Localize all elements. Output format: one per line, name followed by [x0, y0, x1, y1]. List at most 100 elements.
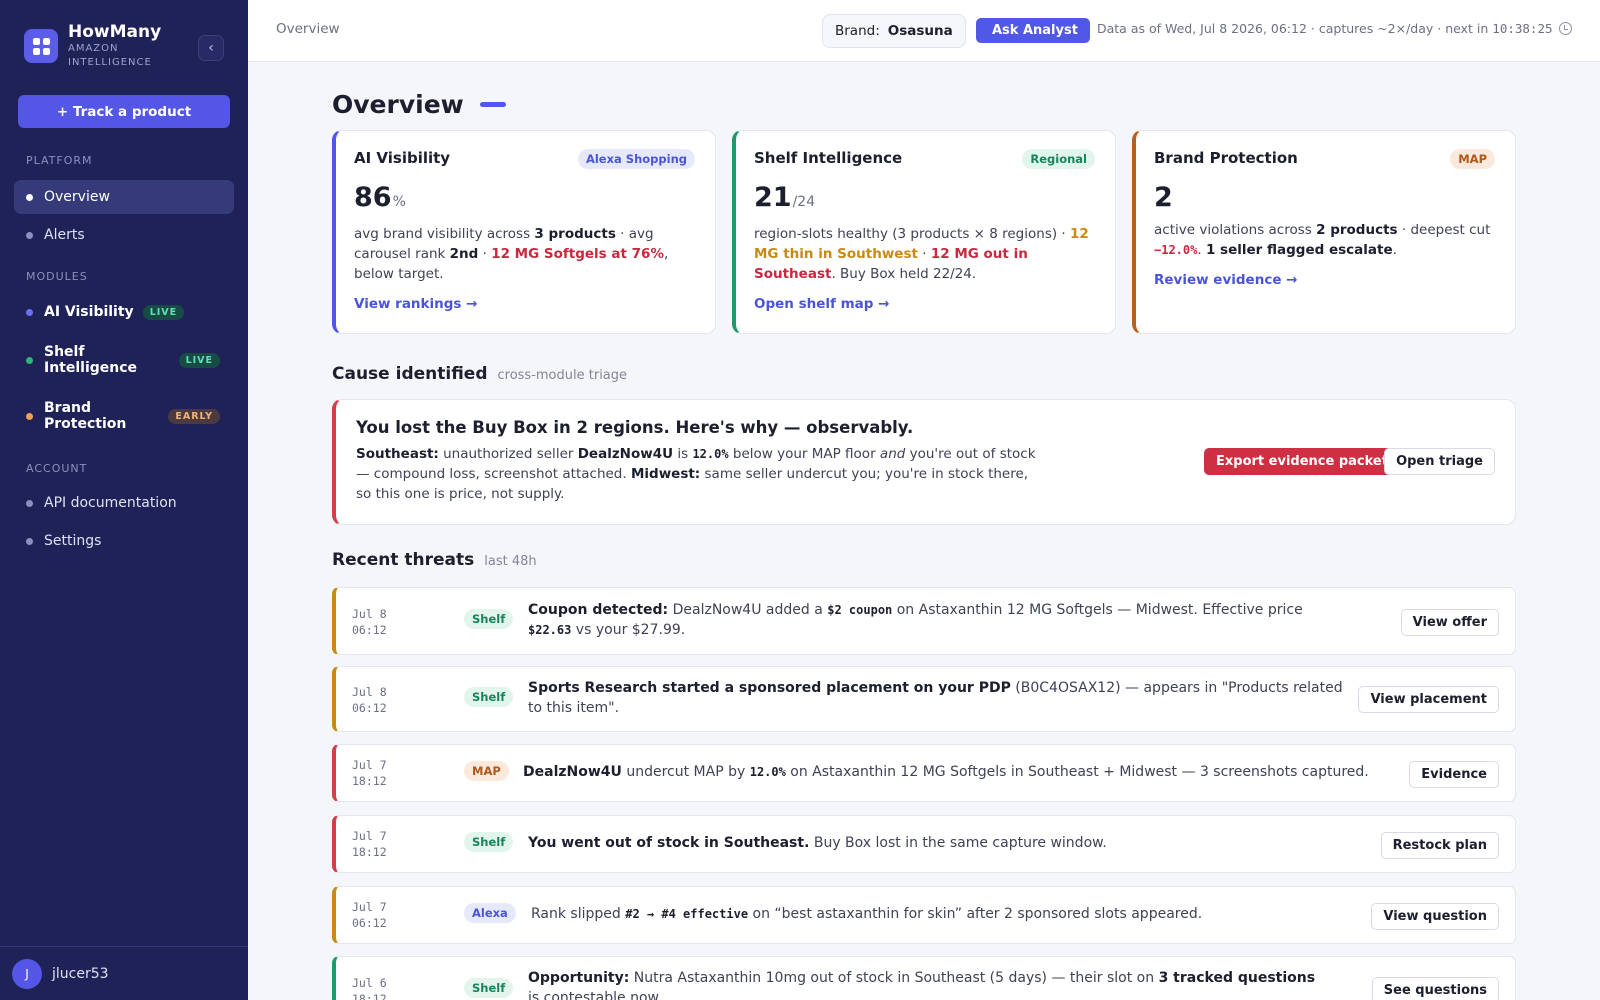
page-title: Overview [332, 90, 464, 119]
user-name: jlucer53 [52, 965, 109, 982]
metric-unit: % [392, 194, 406, 210]
threat-row: Jul 8 06:12 Shelf Coupon detected: DealzN… [332, 587, 1516, 655]
countdown-timer: 10:38:25 [1492, 21, 1553, 36]
open-triage-button[interactable]: Open triage [1384, 448, 1495, 475]
view-offer-button[interactable]: View offer [1400, 609, 1499, 636]
brand-block[interactable]: HowMany AMAZON INTELLIGENCE [24, 22, 168, 70]
threat-row: Jul 8 06:12 Shelf Sports Research started… [332, 666, 1516, 732]
collapse-sidebar-button[interactable]: ‹ [198, 35, 224, 61]
threat-row: Jul 7 18:12 Shelf You went out of stock i… [332, 815, 1516, 873]
logo-grid-icon [24, 29, 58, 63]
view-question-button[interactable]: View question [1371, 903, 1499, 930]
threat-text: Coupon detected: DealzNow4U added a $2 c… [528, 602, 1303, 638]
threat-tag: Alexa [464, 903, 516, 923]
threat-timestamp: Jul 7 18:12 [352, 829, 387, 859]
nav-item-shelf-intelligence[interactable]: Shelf Intelligence LIVE [14, 340, 234, 380]
cause-panel: You lost the Buy Box in 2 regions. Here'… [332, 399, 1516, 525]
evidence-button[interactable]: Evidence [1409, 761, 1499, 788]
section-subtitle: cross-module triage [497, 368, 628, 383]
threat-timestamp: Jul 8 06:12 [352, 607, 387, 637]
data-freshness: Data as of Wed, Jul 8 2026, 06:12 · capt… [1097, 21, 1572, 36]
card-description: region-slots healthy (3 products × 8 reg… [754, 226, 1089, 282]
metric-value: 21 [754, 182, 792, 213]
threat-text: Rank slipped #2 → #4 effective on “best … [531, 906, 1203, 922]
nav-label: AI Visibility [44, 304, 134, 320]
app-subtitle: AMAZON INTELLIGENCE [68, 43, 152, 68]
bullet-icon [26, 499, 33, 507]
cause-explanation: Southeast: unauthorized seller DealzNow4… [356, 446, 1036, 502]
restock-plan-button[interactable]: Restock plan [1380, 832, 1499, 859]
open-shelf-map-link[interactable]: Open shelf map → [754, 296, 1095, 312]
card-tag: MAP [1450, 149, 1495, 169]
threat-tag: Shelf [464, 609, 514, 629]
bullet-icon [26, 231, 33, 239]
ask-analyst-button[interactable]: Ask Analyst [976, 18, 1090, 43]
avatar: J [12, 958, 42, 989]
view-rankings-link[interactable]: View rankings → [354, 296, 695, 312]
topbar: Overview Brand: Osasuna Ask Analyst Data… [248, 0, 1600, 62]
nav-item-brand-protection[interactable]: Brand Protection EARLY [14, 396, 234, 436]
section-label-account: ACCOUNT [26, 462, 88, 475]
nav-label: Shelf Intelligence [44, 344, 138, 376]
breadcrumb[interactable]: Overview [276, 21, 340, 37]
cause-section-header: Cause identified cross-module triage [332, 364, 627, 384]
bullet-icon [26, 308, 33, 316]
card-tag: Regional [1022, 149, 1095, 169]
user-menu[interactable]: J jlucer53 [0, 946, 248, 1000]
brand-selector[interactable]: Brand: Osasuna [822, 14, 966, 48]
threat-timestamp: Jul 8 06:12 [352, 685, 387, 715]
nav-label: Alerts [44, 227, 85, 243]
nav-item-api-documentation[interactable]: API documentation [14, 486, 234, 520]
nav-item-ai-visibility[interactable]: AI Visibility LIVE [14, 295, 234, 329]
metric-value: 2 [1154, 182, 1173, 213]
card-description: active violations across 2 products · de… [1154, 222, 1491, 258]
threat-tag: Shelf [464, 978, 514, 998]
nav-item-settings[interactable]: Settings [14, 524, 234, 558]
live-badge: LIVE [142, 304, 185, 320]
threat-text: DealzNow4U undercut MAP by 12.0% on Asta… [523, 764, 1369, 780]
bullet-icon [26, 356, 33, 364]
brand-selector-label: Brand: [835, 23, 880, 39]
threat-text: You went out of stock in Southeast. Buy … [528, 835, 1107, 851]
review-evidence-link[interactable]: Review evidence → [1154, 272, 1495, 288]
view-placement-button[interactable]: View placement [1358, 686, 1499, 713]
threat-row: Jul 7 06:12 Alexa Rank slipped #2 → #4 ef… [332, 886, 1516, 944]
early-badge: EARLY [168, 408, 220, 424]
metric-unit: /24 [792, 194, 816, 210]
card-title: Brand Protection [1154, 149, 1298, 167]
card-tag: Alexa Shopping [577, 149, 695, 169]
card-shelf-intelligence: Shelf Intelligence Regional 21/24 region… [732, 130, 1116, 334]
app-name: HowMany [68, 22, 162, 42]
threat-tag: Shelf [464, 832, 514, 852]
card-description: avg brand visibility across 3 products ·… [354, 226, 669, 282]
track-product-button[interactable]: + Track a product [18, 95, 230, 128]
threat-text: Sports Research started a sponsored plac… [528, 680, 1343, 716]
threat-tag: Shelf [464, 687, 514, 707]
card-metric: 86% [354, 181, 695, 219]
title-accent-bar [479, 102, 506, 107]
see-questions-button[interactable]: See questions [1371, 977, 1499, 1000]
section-title: Recent threats [332, 550, 475, 570]
chevron-left-icon: ‹ [208, 40, 214, 56]
nav-label: Overview [44, 189, 110, 205]
export-evidence-button[interactable]: Export evidence packet [1204, 448, 1400, 475]
data-as-of-text: Data as of Wed, Jul 8 2026, 06:12 · capt… [1097, 21, 1489, 36]
nav-item-alerts[interactable]: Alerts [14, 218, 234, 252]
nav-item-overview[interactable]: Overview [14, 180, 234, 214]
threat-row: Jul 7 18:12 MAP DealzNow4U undercut MAP b… [332, 744, 1516, 802]
bullet-icon [26, 193, 33, 201]
card-metric: 21/24 [754, 181, 1095, 219]
threat-row: Jul 6 18:12 Shelf Opportunity: Nutra Asta… [332, 956, 1516, 1000]
nav-label: API documentation [44, 495, 177, 511]
metric-value: 86 [354, 182, 392, 213]
section-label-platform: PLATFORM [26, 154, 93, 167]
cause-headline: You lost the Buy Box in 2 regions. Here'… [356, 418, 914, 437]
bullet-icon [26, 412, 33, 420]
bullet-icon [26, 537, 33, 545]
threat-timestamp: Jul 7 06:12 [352, 900, 387, 930]
nav-label: Brand Protection [44, 400, 127, 432]
card-metric: 2 [1154, 181, 1495, 215]
threat-text: Opportunity: Nutra Astaxanthin 10mg out … [528, 970, 1316, 1000]
page-title-row: Overview [332, 90, 506, 119]
threat-tag: MAP [464, 761, 509, 781]
